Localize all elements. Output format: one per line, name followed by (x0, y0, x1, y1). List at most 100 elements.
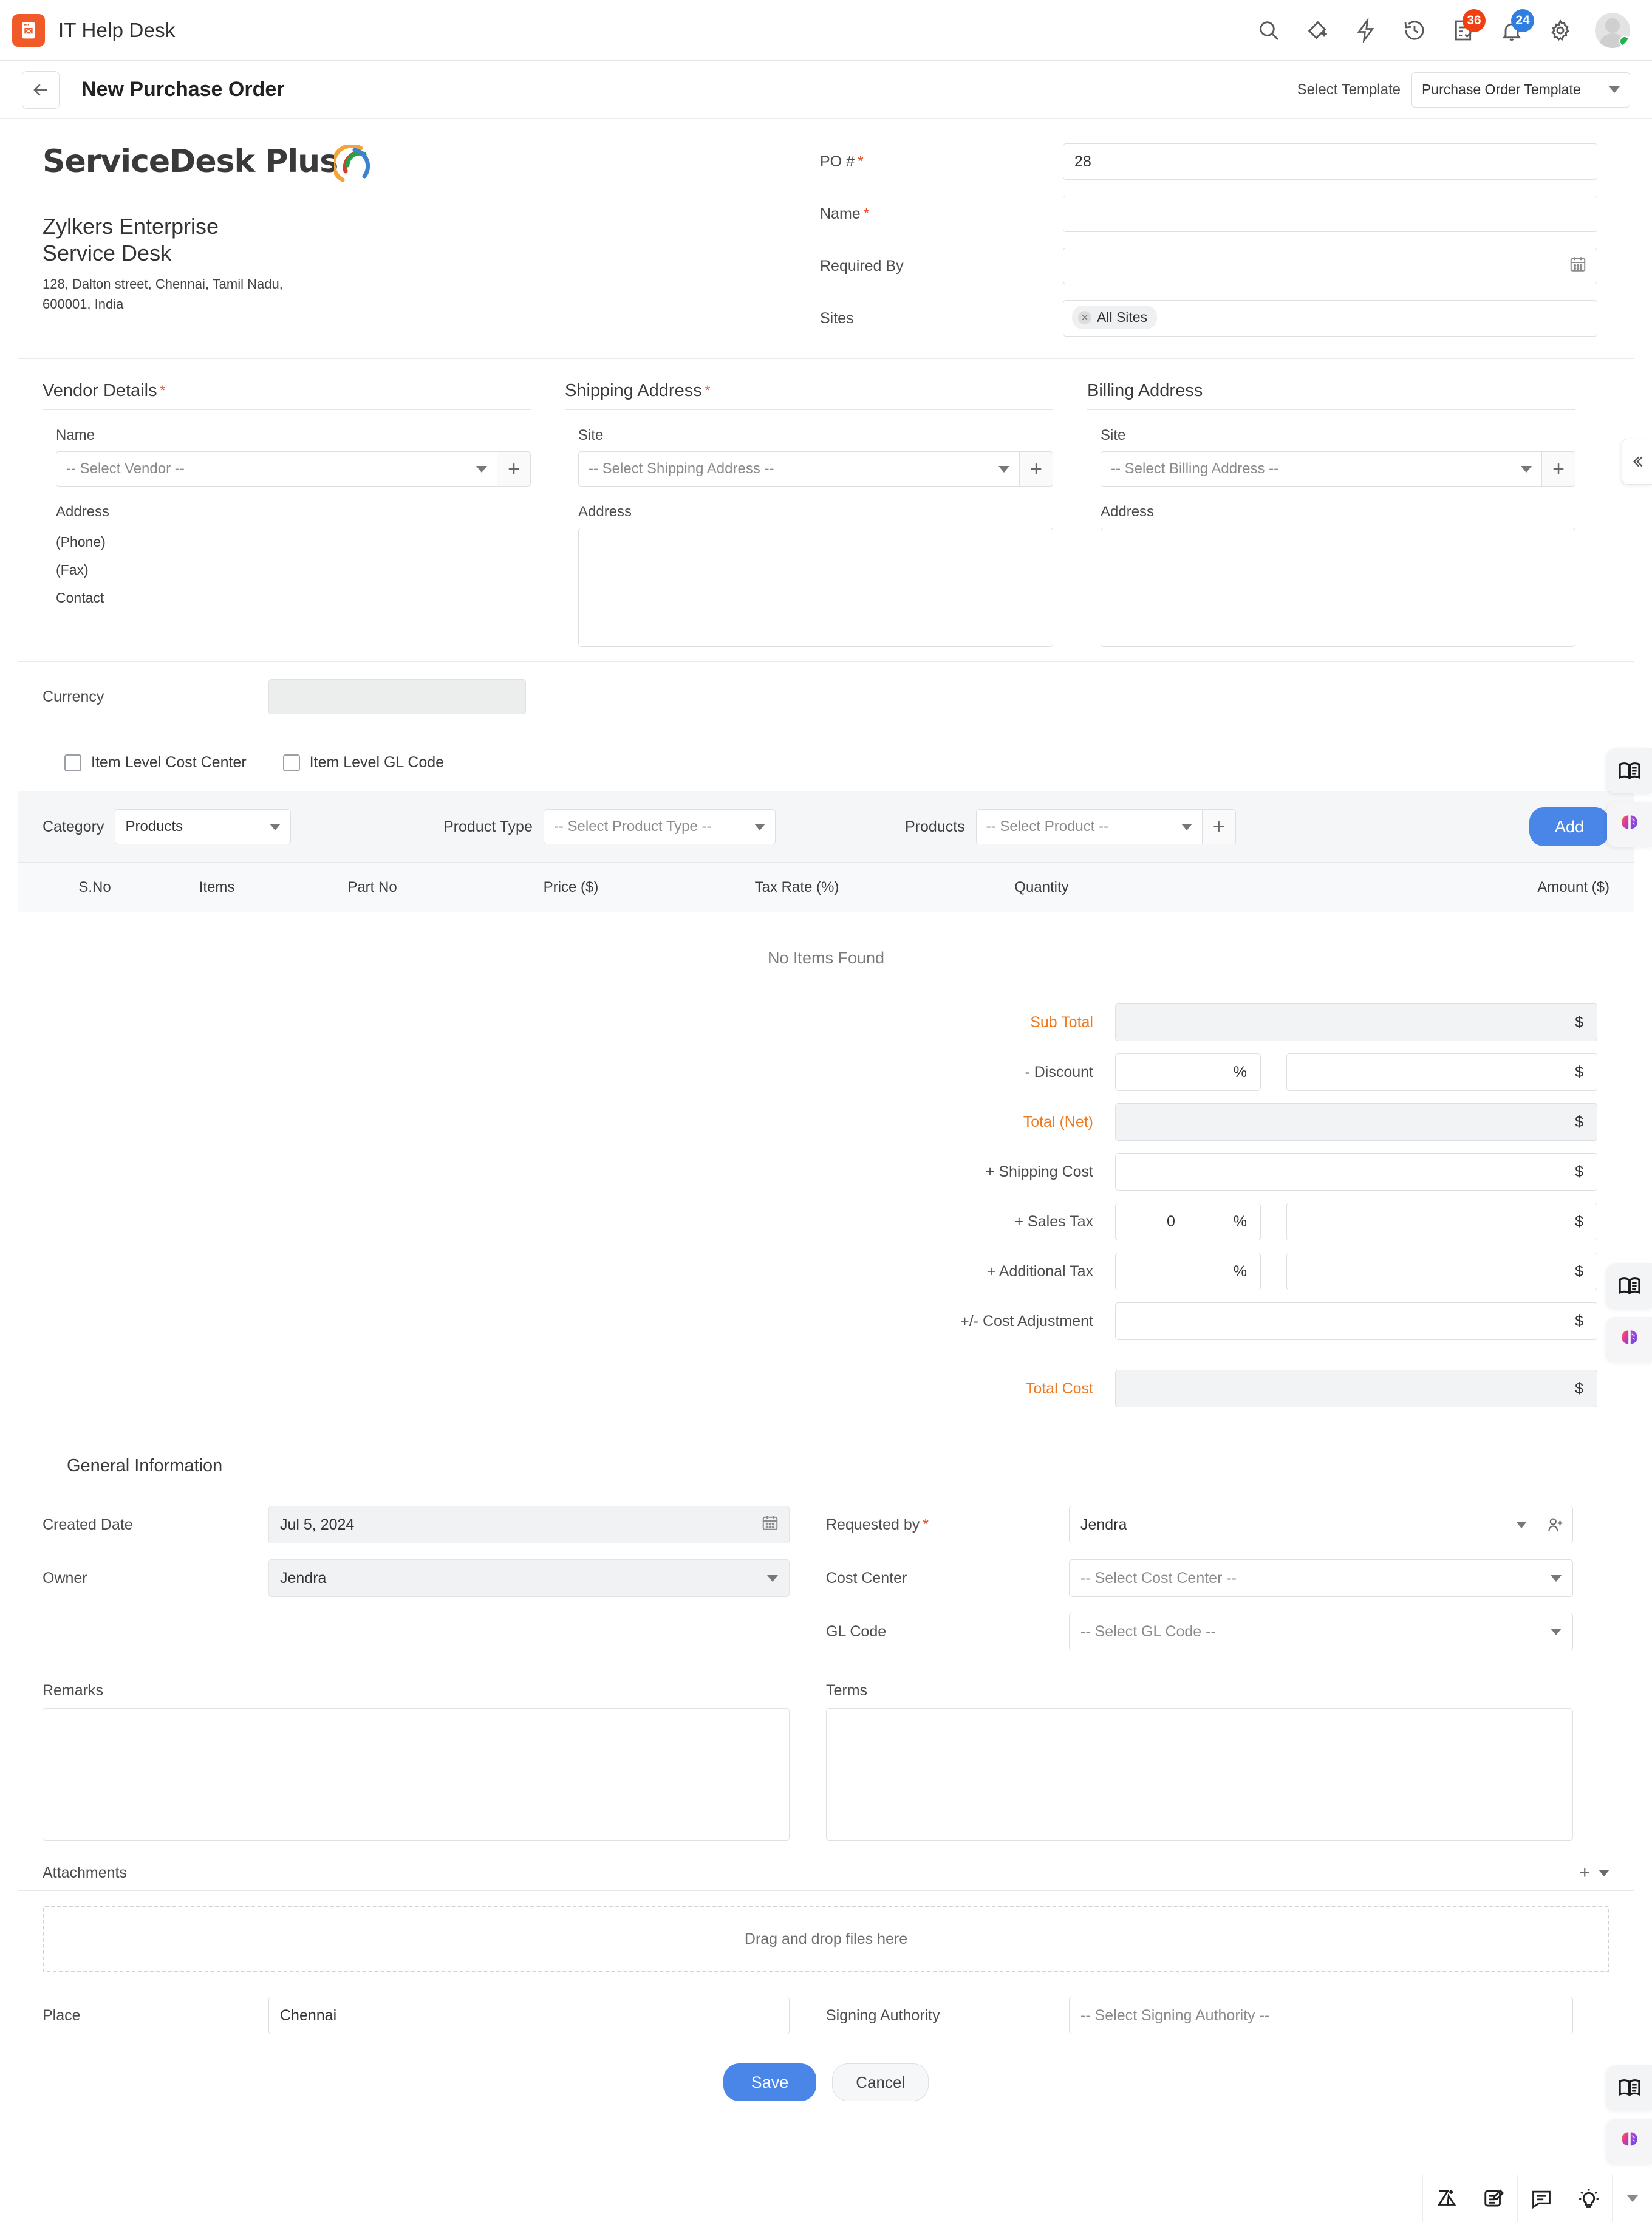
required-asterisk: * (160, 383, 166, 398)
additional-tax-percent-input[interactable]: % (1115, 1253, 1261, 1290)
vendor-contact: Contact (56, 584, 531, 612)
cancel-button[interactable]: Cancel (832, 2063, 929, 2101)
sub-total-amount: $ (1115, 1003, 1597, 1041)
currency-row: Currency (18, 662, 1634, 733)
logo-swoosh-icon (334, 145, 379, 188)
site-chip-label: All Sites (1097, 309, 1147, 326)
discount-percent-input[interactable]: % (1115, 1053, 1261, 1091)
cost-center-select[interactable]: -- Select Cost Center -- (1069, 1559, 1573, 1597)
sites-input[interactable]: ✕ All Sites (1063, 300, 1597, 337)
template-selector-group: Select Template Purchase Order Template (1297, 72, 1630, 108)
settings-gear-icon[interactable] (1546, 16, 1574, 44)
chevron-down-icon (1551, 1575, 1562, 1582)
chat-icon[interactable] (1517, 2175, 1565, 2222)
vendor-section-title: Vendor Details* (43, 381, 531, 410)
discount-amount-input[interactable]: $ (1286, 1053, 1597, 1091)
tips-bulb-icon[interactable] (1565, 2175, 1612, 2222)
currency-input[interactable] (268, 679, 526, 714)
sites-label: Sites (820, 300, 1063, 327)
logo-text: ServiceDesk Plus (43, 143, 338, 180)
calendar-icon[interactable] (761, 1514, 779, 1536)
add-requester-icon[interactable] (1538, 1506, 1573, 1543)
terms-textarea[interactable] (826, 1708, 1573, 1841)
remove-chip-icon[interactable]: ✕ (1078, 311, 1091, 324)
add-item-button[interactable]: Add (1529, 807, 1609, 846)
app-logo-icon[interactable] (12, 14, 45, 47)
knowledge-base-button-tertiary[interactable] (1607, 2065, 1652, 2110)
product-type-select[interactable]: -- Select Product Type -- (544, 809, 776, 844)
ai-assistant-button-tertiary[interactable] (1607, 2119, 1652, 2164)
currency-unit: $ (1575, 1213, 1583, 1231)
shipping-address-textarea[interactable] (578, 528, 1053, 647)
product-select[interactable]: -- Select Product -- (976, 809, 1202, 844)
add-attachment-icon[interactable]: + (1579, 1862, 1590, 1883)
item-level-gl-code-checkbox[interactable]: Item Level GL Code (283, 754, 444, 771)
attachment-dropzone[interactable]: Drag and drop files here (43, 1906, 1609, 1972)
created-date-input[interactable]: Jul 5, 2024 (268, 1506, 790, 1543)
item-level-cost-center-checkbox[interactable]: Item Level Cost Center (64, 754, 247, 771)
remarks-textarea[interactable] (43, 1708, 790, 1841)
ai-assistant-button[interactable] (1607, 802, 1652, 847)
calendar-icon[interactable] (1569, 255, 1587, 278)
template-select[interactable]: Purchase Order Template (1411, 72, 1630, 108)
cost-adjustment-input[interactable]: $ (1115, 1302, 1597, 1340)
billing-address-select[interactable]: -- Select Billing Address -- (1101, 451, 1541, 487)
shipping-address-select[interactable]: -- Select Shipping Address -- (578, 451, 1019, 487)
search-icon[interactable] (1255, 16, 1283, 44)
shipping-cost-input[interactable]: $ (1115, 1153, 1597, 1191)
back-button[interactable] (22, 71, 60, 109)
vendor-select[interactable]: -- Select Vendor -- (56, 451, 497, 487)
po-number-input[interactable]: 28 (1063, 143, 1597, 180)
additional-tax-amount-input[interactable]: $ (1286, 1253, 1597, 1290)
po-name-input[interactable] (1063, 196, 1597, 232)
po-number-row: PO #* 28 (820, 143, 1597, 180)
zia-icon[interactable] (1422, 2175, 1470, 2222)
shipping-site-label: Site (578, 427, 1053, 444)
notes-edit-icon[interactable] (1470, 2175, 1517, 2222)
save-button[interactable]: Save (723, 2063, 817, 2101)
add-product-button[interactable]: + (1202, 809, 1236, 844)
notifications-icon[interactable]: 24 (1498, 16, 1526, 44)
org-name-line-1: Zylkers Enterprise (43, 213, 820, 240)
expand-strip-chevron-icon[interactable] (1612, 2175, 1652, 2222)
category-select[interactable]: Products (115, 809, 291, 844)
required-by-input[interactable] (1063, 248, 1597, 284)
sites-row: Sites ✕ All Sites (820, 300, 1597, 337)
shipping-section-title: Shipping Address* (565, 381, 1053, 410)
general-info-left-column: Created Date Jul 5, 2024 (43, 1506, 826, 1666)
remarks-label: Remarks (43, 1682, 790, 1700)
owner-select[interactable]: Jendra (268, 1559, 790, 1597)
add-ticket-icon[interactable] (1303, 16, 1331, 44)
quick-actions-icon[interactable] (1352, 16, 1380, 44)
approvals-icon[interactable]: 36 (1449, 16, 1477, 44)
site-chip[interactable]: ✕ All Sites (1072, 306, 1157, 329)
knowledge-base-button-secondary[interactable] (1607, 1263, 1652, 1308)
notifications-badge: 24 (1511, 9, 1534, 32)
column-header-amount: Amount ($) (1173, 879, 1609, 896)
requested-by-select[interactable]: Jendra (1069, 1506, 1538, 1543)
terms-label: Terms (826, 1682, 1573, 1700)
category-group: Category Products (43, 809, 443, 844)
sales-tax-percent-input[interactable]: 0 % (1115, 1203, 1261, 1240)
collapse-panel-button[interactable] (1622, 439, 1652, 485)
ai-assistant-button-secondary[interactable] (1607, 1317, 1652, 1362)
shipping-address-section: Shipping Address* Site -- Select Shippin… (565, 381, 1087, 647)
billing-address-textarea[interactable] (1101, 528, 1575, 647)
recent-history-icon[interactable] (1401, 16, 1428, 44)
add-billing-address-button[interactable]: + (1541, 451, 1575, 487)
item-level-options: Item Level Cost Center Item Level GL Cod… (18, 733, 1634, 791)
signing-authority-select[interactable]: -- Select Signing Authority -- (1069, 1997, 1573, 2034)
chevron-down-icon[interactable] (1599, 1870, 1609, 1876)
avatar[interactable] (1595, 13, 1630, 48)
shipping-cost-label: + Shipping Cost (872, 1163, 1115, 1181)
cost-center-select-value: -- Select Cost Center -- (1080, 1570, 1237, 1587)
add-vendor-button[interactable]: + (497, 451, 531, 487)
product-picker-bar: Category Products Product Type -- Select… (18, 791, 1634, 863)
place-input[interactable]: Chennai (268, 1997, 790, 2034)
sales-tax-amount-input[interactable]: $ (1286, 1203, 1597, 1240)
created-date-row: Created Date Jul 5, 2024 (43, 1506, 790, 1543)
gl-code-select[interactable]: -- Select GL Code -- (1069, 1613, 1573, 1650)
add-shipping-address-button[interactable]: + (1019, 451, 1053, 487)
shipping-section-title-text: Shipping Address (565, 381, 702, 400)
knowledge-base-button[interactable] (1607, 748, 1652, 793)
